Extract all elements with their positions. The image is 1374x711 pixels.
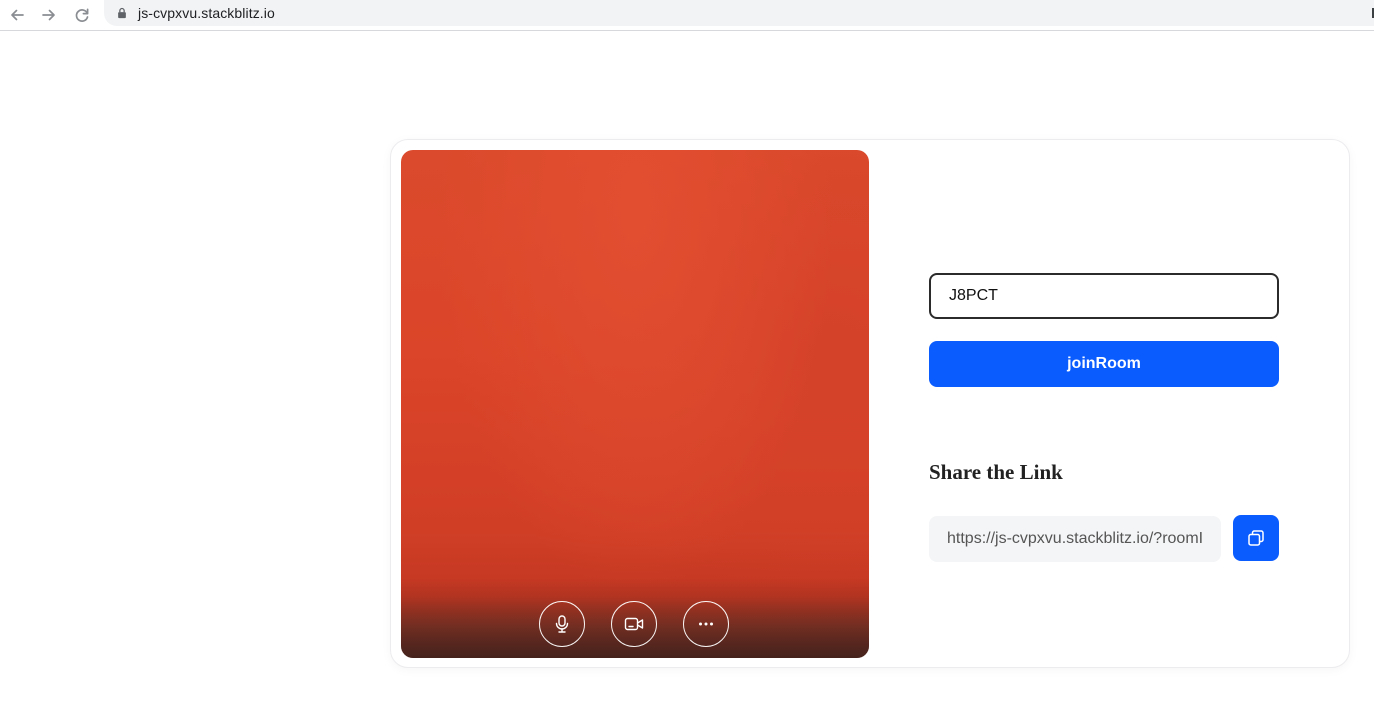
arrow-left-icon (11, 9, 24, 21)
camera-button[interactable] (611, 601, 657, 647)
back-button[interactable] (5, 3, 29, 27)
microphone-icon (555, 615, 569, 633)
url-text: js-cvpxvu.stackblitz.io (138, 5, 275, 21)
share-title: Share the Link (929, 460, 1063, 484)
arrow-right-icon (42, 9, 55, 21)
microphone-button[interactable] (539, 601, 585, 647)
room-code-input[interactable] (929, 273, 1279, 319)
browser-toolbar: js-cvpxvu.stackblitz.io (0, 0, 1374, 31)
share-link-field[interactable] (929, 516, 1221, 562)
video-camera-icon (624, 617, 644, 631)
copy-icon (1248, 530, 1264, 546)
join-room-button[interactable]: joinRoom (929, 341, 1279, 387)
forward-button[interactable] (37, 3, 61, 27)
more-horizontal-icon (699, 622, 713, 626)
address-bar[interactable]: js-cvpxvu.stackblitz.io (104, 0, 1374, 26)
video-preview (401, 150, 869, 658)
more-options-button[interactable] (683, 601, 729, 647)
meeting-card: joinRoom Share the Link (390, 139, 1350, 668)
reload-icon (75, 8, 89, 22)
reload-button[interactable] (70, 3, 94, 27)
lock-icon (115, 6, 129, 20)
copy-link-button[interactable] (1233, 515, 1279, 561)
